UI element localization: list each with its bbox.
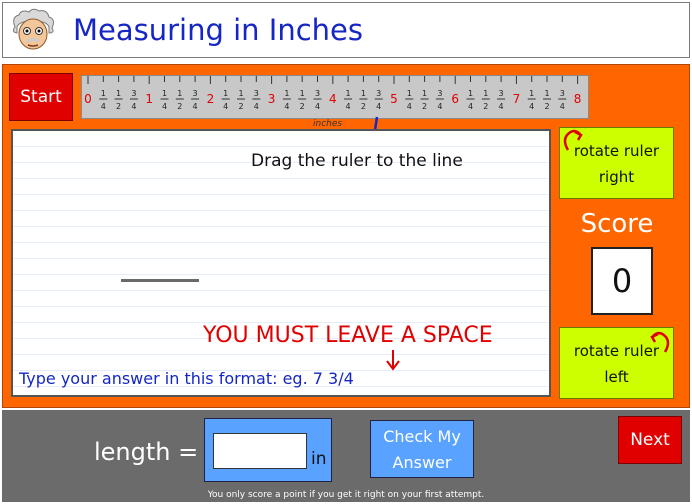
ruler-fraction-numerator: 1 (116, 89, 121, 98)
ruler-scale: 0 1412341 1412342 1412343 1412344 1412345 1412… (84, 76, 582, 111)
ruler-fraction-denominator: 4 (437, 102, 442, 111)
ruler-fraction-denominator: 2 (544, 102, 549, 111)
draggable-ruler[interactable]: 0141234114123421412343141234414123451412… (81, 75, 589, 119)
ruler-fraction-denominator: 4 (407, 102, 412, 111)
down-arrow-icon (386, 350, 400, 371)
rotate-counterclockwise-arrow-icon (650, 331, 670, 353)
line-to-measure (121, 279, 199, 282)
page-title: Measuring in Inches (73, 13, 363, 47)
ruler-fraction-numerator: 3 (499, 89, 504, 98)
ruler-inch-number: 2 (207, 92, 215, 106)
rotate-clockwise-arrow-icon (563, 129, 583, 151)
ruler-fraction-numerator: 3 (376, 89, 381, 98)
ruler-fraction-numerator: 3 (437, 89, 442, 98)
ruler-fraction-numerator: 3 (131, 89, 136, 98)
length-input[interactable] (213, 433, 307, 469)
rotate-right-label: rotate ruler right (573, 142, 660, 186)
ruler-fraction-numerator: 1 (177, 89, 182, 98)
ruler-fraction-numerator: 3 (560, 89, 565, 98)
ruler-fraction-denominator: 2 (361, 102, 366, 111)
ruler-fraction-numerator: 1 (529, 89, 534, 98)
ruler-fraction-denominator: 4 (376, 102, 381, 111)
ruler-fraction-denominator: 2 (300, 102, 305, 111)
ruler-fraction-numerator: 1 (483, 89, 488, 98)
next-button[interactable]: Next (618, 416, 682, 464)
drag-instruction: Drag the ruler to the line (251, 151, 463, 171)
ruler-fraction-denominator: 2 (177, 102, 182, 111)
score-label: Score (580, 209, 654, 239)
rotate-ruler-left-button[interactable]: rotate ruler left (559, 327, 674, 399)
ruler-inch-number: 5 (390, 92, 398, 106)
score-value: 0 (591, 247, 653, 315)
measuring-workspace: Drag the ruler to the line YOU MUST LEAV… (11, 129, 551, 397)
ruler-inch-number: 7 (513, 92, 521, 106)
ruler-fraction-numerator: 1 (238, 89, 243, 98)
ruler-inch-number: 1 (145, 92, 153, 106)
check-answer-button[interactable]: Check My Answer (370, 420, 474, 478)
rotate-ruler-right-button[interactable]: rotate ruler right (559, 127, 674, 199)
ruler-unit-label: inches (313, 119, 343, 129)
header-bar: Measuring in Inches (2, 2, 690, 58)
ruler-fraction-denominator: 4 (162, 102, 167, 111)
ruler-fraction-numerator: 3 (254, 89, 259, 98)
ruler-fraction-denominator: 4 (223, 102, 228, 111)
ruler-fraction-denominator: 4 (101, 102, 106, 111)
ruler-fraction-numerator: 1 (422, 89, 427, 98)
answer-bar: length = in Check My Answer Next You onl… (2, 410, 690, 502)
ruler-fraction-denominator: 4 (284, 102, 289, 111)
ruler-inch-number: 3 (268, 92, 276, 106)
ruler-inch-number: 6 (451, 92, 459, 106)
length-label: length = (94, 438, 199, 466)
activity-area: Start 0141234114123421412343141234414123… (2, 64, 690, 408)
ruler-inch-number: 8 (574, 92, 582, 106)
ruler-fraction-numerator: 3 (193, 89, 198, 98)
ruler-fraction-denominator: 4 (499, 102, 504, 111)
ruler-fraction-numerator: 1 (223, 89, 228, 98)
ruler-fraction-denominator: 4 (560, 102, 565, 111)
ruler-fraction-numerator: 1 (162, 89, 167, 98)
scoring-note: You only score a point if you get it rig… (207, 490, 485, 500)
measuring-app: Measuring in Inches Start 01412341141234… (0, 0, 692, 504)
ruler-fraction-numerator: 3 (315, 89, 320, 98)
ruler-fraction-numerator: 1 (361, 89, 366, 98)
ruler-fraction-numerator: 1 (300, 89, 305, 98)
einstein-mascot-icon (12, 8, 54, 50)
ruler-fraction-denominator: 4 (254, 102, 259, 111)
unit-label: in (311, 449, 327, 469)
space-warning: YOU MUST LEAVE A SPACE (203, 323, 493, 348)
ruler-fraction-numerator: 1 (407, 89, 412, 98)
ruler-fraction-denominator: 2 (116, 102, 121, 111)
answer-input-panel: in (204, 418, 332, 482)
ruler-fraction-denominator: 4 (193, 102, 198, 111)
ruler-inch-number: 4 (329, 92, 337, 106)
ruler-fraction-denominator: 2 (483, 102, 488, 111)
answer-format-hint: Type your answer in this format: eg. 7 3… (19, 369, 354, 388)
ruler-fraction-denominator: 4 (131, 102, 136, 111)
ruler-fraction-numerator: 1 (284, 89, 289, 98)
ruler-fraction-denominator: 4 (346, 102, 351, 111)
start-button[interactable]: Start (9, 73, 73, 121)
rotate-left-label: rotate ruler left (573, 342, 660, 386)
ruler-fraction-denominator: 4 (315, 102, 320, 111)
ruler-fraction-denominator: 4 (468, 102, 473, 111)
ruler-fraction-numerator: 1 (544, 89, 549, 98)
ruler-fraction-denominator: 4 (529, 102, 534, 111)
ruler-fraction-numerator: 1 (101, 89, 106, 98)
ruler-fraction-numerator: 1 (468, 89, 473, 98)
ruler-fraction-denominator: 2 (422, 102, 427, 111)
ruler-fraction-denominator: 2 (238, 102, 243, 111)
ruler-inch-number: 0 (84, 92, 92, 106)
ruler-fraction-numerator: 1 (346, 89, 351, 98)
